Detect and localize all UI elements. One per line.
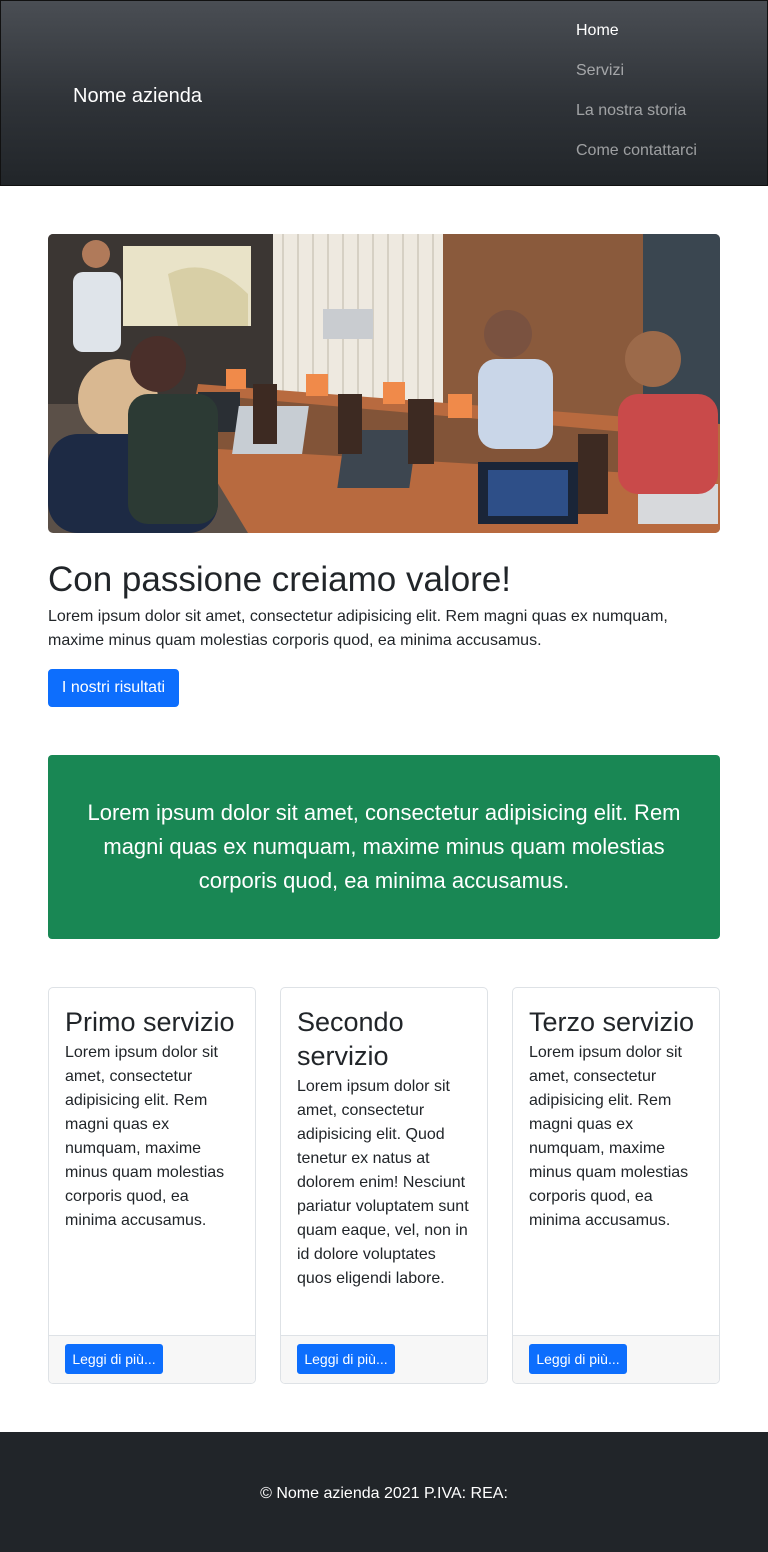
- read-more-button[interactable]: Leggi di più...: [529, 1344, 627, 1374]
- nav-menu: Home Servizi La nostra storia Come conta…: [576, 21, 697, 181]
- card-body: Terzo servizio Lorem ipsum dolor sit ame…: [513, 988, 719, 1233]
- page-footer: © Nome azienda 2021 P.IVA: REA:: [0, 1432, 768, 1552]
- hero-image: [48, 234, 720, 533]
- brand-link[interactable]: Nome azienda: [73, 84, 202, 108]
- nav-item-contatti: Come contattarci: [576, 141, 697, 181]
- card-title: Terzo servizio: [529, 1007, 695, 1037]
- nav-item-storia: La nostra storia: [576, 101, 697, 141]
- hero-text: Lorem ipsum dolor sit amet, consectetur …: [48, 608, 668, 649]
- card-title: Primo servizio: [65, 1007, 235, 1037]
- read-more-button[interactable]: Leggi di più...: [65, 1344, 163, 1374]
- card-text: Lorem ipsum dolor sit amet, consectetur …: [297, 1078, 469, 1287]
- card-footer: Leggi di più...: [281, 1335, 487, 1383]
- nav-link-home[interactable]: Home: [576, 22, 619, 39]
- nav-item-home: Home: [576, 21, 697, 61]
- callout-banner: Lorem ipsum dolor sit amet, consectetur …: [48, 755, 720, 939]
- card-footer: Leggi di più...: [513, 1335, 719, 1383]
- callout-text: Lorem ipsum dolor sit amet, consectetur …: [87, 800, 681, 893]
- card-text: Lorem ipsum dolor sit amet, consectetur …: [529, 1044, 689, 1229]
- service-card-1: Primo servizio Lorem ipsum dolor sit ame…: [48, 987, 256, 1384]
- card-footer: Leggi di più...: [49, 1335, 255, 1383]
- card-title: Secondo servizio: [297, 1007, 404, 1071]
- results-button[interactable]: I nostri risultati: [48, 669, 179, 707]
- footer-text: © Nome azienda 2021 P.IVA: REA:: [260, 1485, 508, 1502]
- service-card-3: Terzo servizio Lorem ipsum dolor sit ame…: [512, 987, 720, 1384]
- card-body: Primo servizio Lorem ipsum dolor sit ame…: [49, 988, 255, 1233]
- card-text: Lorem ipsum dolor sit amet, consectetur …: [65, 1044, 225, 1229]
- nav-item-servizi: Servizi: [576, 61, 697, 101]
- service-card-2: Secondo servizio Lorem ipsum dolor sit a…: [280, 987, 488, 1384]
- meeting-photo: [48, 234, 720, 533]
- read-more-button[interactable]: Leggi di più...: [297, 1344, 395, 1374]
- hero-title: Con passione creiamo valore!: [48, 560, 512, 599]
- nav-link-storia[interactable]: La nostra storia: [576, 102, 686, 119]
- card-body: Secondo servizio Lorem ipsum dolor sit a…: [281, 988, 487, 1291]
- top-navbar: Nome azienda Home Servizi La nostra stor…: [0, 0, 768, 186]
- nav-link-contatti[interactable]: Come contattarci: [576, 142, 697, 159]
- nav-link-servizi[interactable]: Servizi: [576, 62, 624, 79]
